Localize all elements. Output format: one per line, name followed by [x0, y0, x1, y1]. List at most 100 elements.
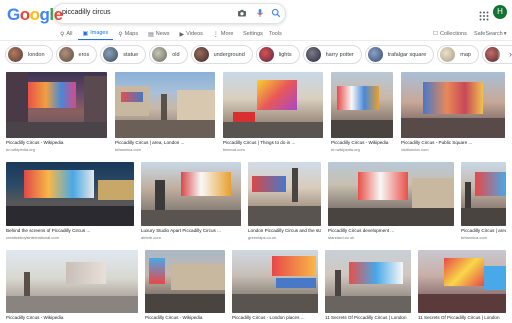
- result-caption[interactable]: 11 Secrets Of Piccadilly Circus | London: [325, 315, 411, 320]
- result-caption[interactable]: Piccadilly Circus | Things to do in ...: [223, 140, 323, 145]
- result-source[interactable]: en.wikipedia.org: [331, 147, 393, 152]
- result-source[interactable]: en.wikipedia.org: [6, 147, 107, 152]
- chip-london[interactable]: london: [5, 45, 53, 64]
- result-thumbnail[interactable]: [223, 72, 323, 138]
- image-result[interactable]: Piccadilly Circus - Wikipedia en.wikiped…: [6, 72, 107, 156]
- chip-label: trafalgar square: [387, 51, 427, 58]
- apps-grid-icon[interactable]: [479, 8, 489, 21]
- result-thumbnail[interactable]: [6, 250, 138, 313]
- chip-thumbnail: [103, 47, 119, 62]
- chip-harry-potter[interactable]: harry potter: [302, 45, 362, 64]
- result-caption[interactable]: Piccadilly Circus - Public Square ...: [401, 140, 505, 145]
- result-thumbnail[interactable]: [145, 250, 225, 313]
- image-result[interactable]: 11 Secrets Of Piccadilly Circus | London: [418, 250, 506, 323]
- result-source[interactable]: timeout.com: [223, 147, 323, 152]
- image-result[interactable]: Piccadilly Circus | Things to do in ... …: [223, 72, 323, 156]
- search-icon[interactable]: [270, 8, 282, 20]
- tab-label: Maps: [124, 31, 139, 37]
- logo-letter-g: G: [7, 5, 20, 24]
- chip-trafalgar-square[interactable]: trafalgar square: [364, 45, 435, 64]
- result-source[interactable]: airbnb.com: [141, 235, 241, 240]
- result-source[interactable]: britannica.com: [461, 235, 506, 240]
- chip-map[interactable]: map: [437, 45, 479, 64]
- chip-eros[interactable]: eros: [55, 45, 98, 64]
- result-caption[interactable]: Piccadilly Circus - London places ...: [232, 315, 318, 320]
- result-caption[interactable]: Luxury Studio Apart Piccadilly Circus ..…: [141, 228, 241, 233]
- image-result[interactable]: 11 Secrets Of Piccadilly Circus | London: [325, 250, 411, 323]
- tab-videos[interactable]: ▶ Videos: [175, 27, 208, 41]
- tab-label: Images: [90, 30, 109, 36]
- chip-label: underground: [213, 51, 245, 58]
- settings-link[interactable]: Settings: [243, 27, 263, 41]
- related-chips: london eros statue old underground light…: [5, 45, 512, 64]
- result-caption[interactable]: 11 Secrets Of Piccadilly Circus | London: [418, 315, 506, 320]
- image-result[interactable]: Piccadilly Circus | area, London ... bri…: [115, 72, 215, 156]
- search-input[interactable]: piccadilly circus: [62, 9, 111, 16]
- image-result[interactable]: Piccadilly Circus - Wikipedia en.wikiped…: [331, 72, 393, 156]
- collections-link[interactable]: ☐ Collections: [433, 27, 467, 41]
- result-source[interactable]: creativeboysinternational.com: [6, 235, 134, 240]
- chip-label: eros: [78, 51, 90, 58]
- image-result[interactable]: Piccadilly Circus development ... standa…: [328, 162, 454, 244]
- result-thumbnail[interactable]: [461, 162, 506, 226]
- chip-lights[interactable]: lights: [255, 45, 300, 64]
- image-result[interactable]: Behind the screens of Piccadilly Circus …: [6, 162, 134, 244]
- result-source[interactable]: standard.co.uk: [328, 235, 454, 240]
- result-thumbnail[interactable]: [115, 72, 215, 138]
- result-source[interactable]: greenlaps.co.uk: [248, 235, 321, 240]
- tab-more[interactable]: ⋮ More: [208, 27, 239, 41]
- chip-statue[interactable]: statue: [100, 45, 147, 64]
- tab-news[interactable]: ▤ News: [143, 27, 174, 41]
- tab-label: News: [155, 31, 170, 37]
- image-icon: ▣: [82, 30, 89, 37]
- logo-letter-o2: o: [29, 5, 40, 24]
- result-thumbnail[interactable]: [141, 162, 241, 226]
- image-result[interactable]: London Piccadilly Circus and the statue …: [248, 162, 321, 244]
- result-thumbnail[interactable]: [248, 162, 321, 226]
- search-box[interactable]: piccadilly circus: [53, 3, 286, 24]
- bookmark-icon: ☐: [433, 31, 438, 37]
- tab-images[interactable]: ▣ Images: [77, 27, 114, 41]
- news-icon: ▤: [148, 31, 154, 38]
- result-thumbnail[interactable]: [418, 250, 506, 313]
- image-result[interactable]: Luxury Studio Apart Piccadilly Circus ..…: [141, 162, 241, 244]
- result-caption[interactable]: Piccadilly Circus - Wikipedia: [6, 315, 138, 320]
- result-thumbnail[interactable]: [232, 250, 318, 313]
- result-caption[interactable]: Piccadilly Circus - Wikipedia: [6, 140, 107, 145]
- result-thumbnail[interactable]: [331, 72, 393, 138]
- search-tabs: ⚲ All ▣ Images ⚲ Maps ▤ News ▶ Videos ⋮ More: [55, 27, 238, 41]
- result-thumbnail[interactable]: [401, 72, 505, 138]
- result-caption[interactable]: Piccadilly Circus | area, London ...: [461, 228, 506, 233]
- image-result[interactable]: Piccadilly Circus - Public Square ... vi…: [401, 72, 505, 156]
- tab-all[interactable]: ⚲ All: [55, 27, 78, 41]
- chip-old[interactable]: old: [149, 45, 188, 64]
- result-thumbnail[interactable]: [6, 162, 134, 226]
- chip-label: old: [172, 51, 180, 58]
- result-caption[interactable]: London Piccadilly Circus and the statue …: [248, 228, 321, 233]
- safesearch-label: SafeSearch: [474, 31, 503, 37]
- result-source[interactable]: britannica.com: [115, 147, 215, 152]
- result-caption[interactable]: Piccadilly Circus - Wikipedia: [145, 315, 225, 320]
- result-caption[interactable]: Piccadilly Circus - Wikipedia: [331, 140, 393, 145]
- image-result[interactable]: Piccadilly Circus | area, London ... bri…: [461, 162, 506, 244]
- result-thumbnail[interactable]: [328, 162, 454, 226]
- tab-maps[interactable]: ⚲ Maps: [113, 27, 143, 41]
- camera-icon[interactable]: [236, 8, 248, 20]
- mic-icon[interactable]: [254, 8, 266, 20]
- image-result[interactable]: Piccadilly Circus - Wikipedia: [6, 250, 138, 323]
- tools-link[interactable]: Tools: [269, 27, 282, 41]
- image-result[interactable]: Piccadilly Circus - London places ...: [232, 250, 318, 323]
- result-caption[interactable]: Piccadilly Circus | area, London ...: [115, 140, 215, 145]
- result-thumbnail[interactable]: [6, 72, 107, 138]
- result-caption[interactable]: Behind the screens of Piccadilly Circus …: [6, 228, 134, 233]
- tab-label: More: [220, 31, 234, 37]
- result-thumbnail[interactable]: [325, 250, 411, 313]
- result-source[interactable]: visitlondon.com: [401, 147, 505, 152]
- image-result[interactable]: Piccadilly Circus - Wikipedia: [145, 250, 225, 323]
- chip-underground[interactable]: underground: [190, 45, 253, 64]
- chip-thumbnail: [8, 47, 23, 62]
- chevron-right-icon[interactable]: ›: [497, 46, 512, 63]
- avatar[interactable]: H: [493, 5, 507, 19]
- safesearch-link[interactable]: SafeSearch ▾: [474, 27, 507, 41]
- result-caption[interactable]: Piccadilly Circus development ...: [328, 228, 454, 233]
